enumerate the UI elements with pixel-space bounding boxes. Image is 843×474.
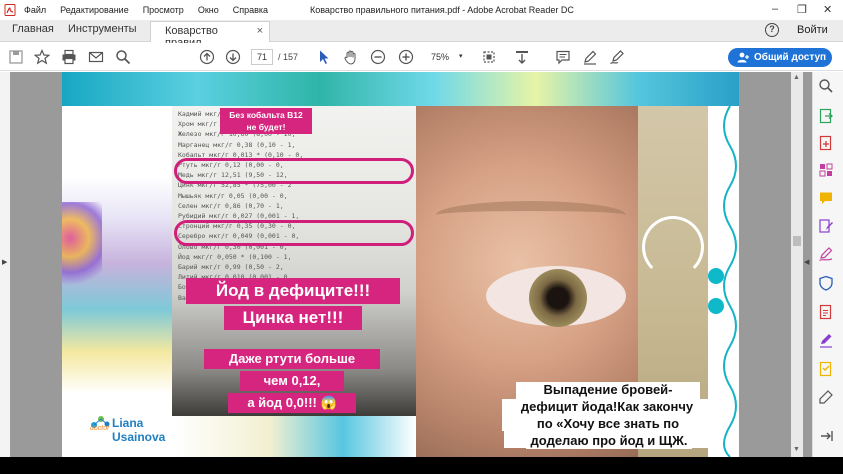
zoom-in-icon[interactable] [398,49,414,65]
menu-view[interactable]: Просмотр [143,5,184,15]
doctor-logo: doctor Liana Usainova [90,415,180,449]
chevron-down-icon: ▾ [459,53,463,60]
collapse-tools-icon[interactable] [818,428,834,444]
comment-tool-icon[interactable] [818,190,834,206]
title-bar: Файл Редактирование Просмотр Окно Справк… [0,0,843,20]
lab-results-photo: Кадмий мкг/г 0,011 (0,005 - 0,Хром мкг/г… [172,106,416,416]
lab-result-row: Рубидий мкг/г 0,027 (0,001 - 1, [178,212,300,220]
collapse-right-panel-icon[interactable]: ◀ [804,258,809,266]
restore-icon[interactable]: ❐ [797,3,807,16]
share-user-icon [737,52,749,63]
eyebrow-circle-mark [642,216,704,278]
page-number-input[interactable]: 71 [251,49,273,65]
print-icon[interactable] [61,49,77,65]
bottom-black-bar [0,457,843,474]
window-title: Коварство правильного питания.pdf - Adob… [310,5,574,15]
vertical-scrollbar[interactable] [791,72,803,457]
teal-dot-1 [708,268,724,284]
eyebrow-shape [436,201,626,229]
sticker-mercury-line1: Даже ртути больше [204,349,380,369]
logo-last-name: Usainova [112,430,166,444]
logo-doctor-text: doctor [90,425,110,432]
export-pdf-icon[interactable] [818,108,834,124]
expand-left-panel-icon[interactable]: ▶ [2,258,7,266]
save-icon[interactable] [8,49,24,65]
lab-result-row: Йод мкг/г 0,050 * (0,100 - 1, [178,252,292,261]
highlight-zinc-ring [174,158,414,184]
tab-bar: Главная Инструменты Коварство правил... … [0,20,843,49]
teal-dot-2 [708,298,724,314]
fill-sign-icon[interactable] [818,246,834,262]
tab-document[interactable]: Коварство правил... × [150,21,270,49]
organize-pages-icon[interactable] [818,162,834,178]
create-pdf-icon[interactable] [818,135,834,151]
hand-tool-icon[interactable] [343,49,359,65]
bookmark-star-icon[interactable] [34,49,50,65]
pdf-page: Кадмий мкг/г 0,011 (0,005 - 0,Хром мкг/г… [62,72,739,457]
zoom-value: 75% [431,52,450,62]
send-pdf-icon[interactable] [818,304,834,320]
zoom-tool-icon[interactable] [818,78,834,94]
acrobat-window: Файл Редактирование Просмотр Окно Справк… [0,0,843,474]
page-banner-decoration [62,72,739,106]
menu-bar: Файл Редактирование Просмотр Окно Справк… [24,5,282,15]
sticker-b12: Без кобальта В12 не будет! [220,108,312,134]
menu-edit[interactable]: Редактирование [60,5,129,15]
lab-result-row: Барий мкг/г 0,99 (0,50 - 2, [178,263,284,271]
page-total: / 157 [278,52,299,62]
share-button-label: Общий доступ [754,52,827,63]
bottom-decoration [172,416,416,457]
edit-pdf-icon[interactable] [818,218,834,234]
search-icon[interactable] [115,49,131,65]
logo-first-name: Liana [112,416,144,430]
close-window-icon[interactable]: ✕ [823,3,832,16]
next-page-icon[interactable] [225,49,241,65]
stamp-icon[interactable] [818,361,834,377]
scroll-mode-icon[interactable] [514,49,530,65]
zoom-select[interactable]: 75% ▾ [425,49,469,65]
menu-help[interactable]: Справка [233,5,268,15]
acrobat-logo-icon [4,4,16,16]
left-flower-decoration [62,202,102,292]
sign-in-link[interactable]: Войти [797,24,828,36]
sticker-iodine-deficit: Йод в дефиците!!! [186,278,400,304]
caption-line4: доделаю про йод и ЩЖ. [526,433,692,449]
tab-tools[interactable]: Инструменты [68,23,137,35]
highlight-iodine-ring [174,220,414,246]
sticker-mercury-line2: чем 0,12, [240,371,344,391]
sticker-zinc-none: Цинка нет!!! [224,306,362,330]
zoom-out-icon[interactable] [370,49,386,65]
tab-home[interactable]: Главная [12,23,54,35]
lab-result-row: Мышьяк мкг/г 0,05 (0,00 - 0, [178,191,288,200]
minimize-icon[interactable]: – [772,3,778,15]
help-icon[interactable]: ? [765,23,779,37]
scrollbar-thumb[interactable] [793,236,801,246]
main-toolbar: 71 / 157 75% ▾ Общий доступ [0,43,843,71]
certificate-icon[interactable] [818,332,834,348]
more-tools-icon[interactable] [818,389,834,405]
email-icon[interactable] [88,49,104,65]
protect-shield-icon[interactable] [818,275,834,291]
menu-window[interactable]: Окно [198,5,219,15]
menu-file[interactable]: Файл [24,5,46,15]
eye-iris [529,269,587,327]
lab-result-row: Марганец мкг/г 0,38 (0,10 - 1, [178,140,296,149]
highlight-pen-icon[interactable] [582,49,598,65]
eyebrow-photo: Выпадение бровей-сильный дефицит йода!Ка… [416,106,708,457]
scroll-up-icon[interactable]: ▲ [793,74,800,81]
share-button[interactable]: Общий доступ [728,48,832,67]
lab-result-row: Селен мкг/г 0,86 (0,70 - 1, [178,201,284,210]
comment-icon[interactable] [555,49,571,65]
fit-page-icon[interactable] [481,49,497,65]
previous-page-icon[interactable] [199,49,215,65]
sticker-mercury-line3: а йод 0,0!!! 😱 [228,393,356,413]
tab-close-icon[interactable]: × [257,25,263,37]
scroll-down-icon[interactable]: ▼ [793,446,800,453]
sign-icon[interactable] [609,49,625,65]
select-cursor-icon[interactable] [316,49,332,65]
